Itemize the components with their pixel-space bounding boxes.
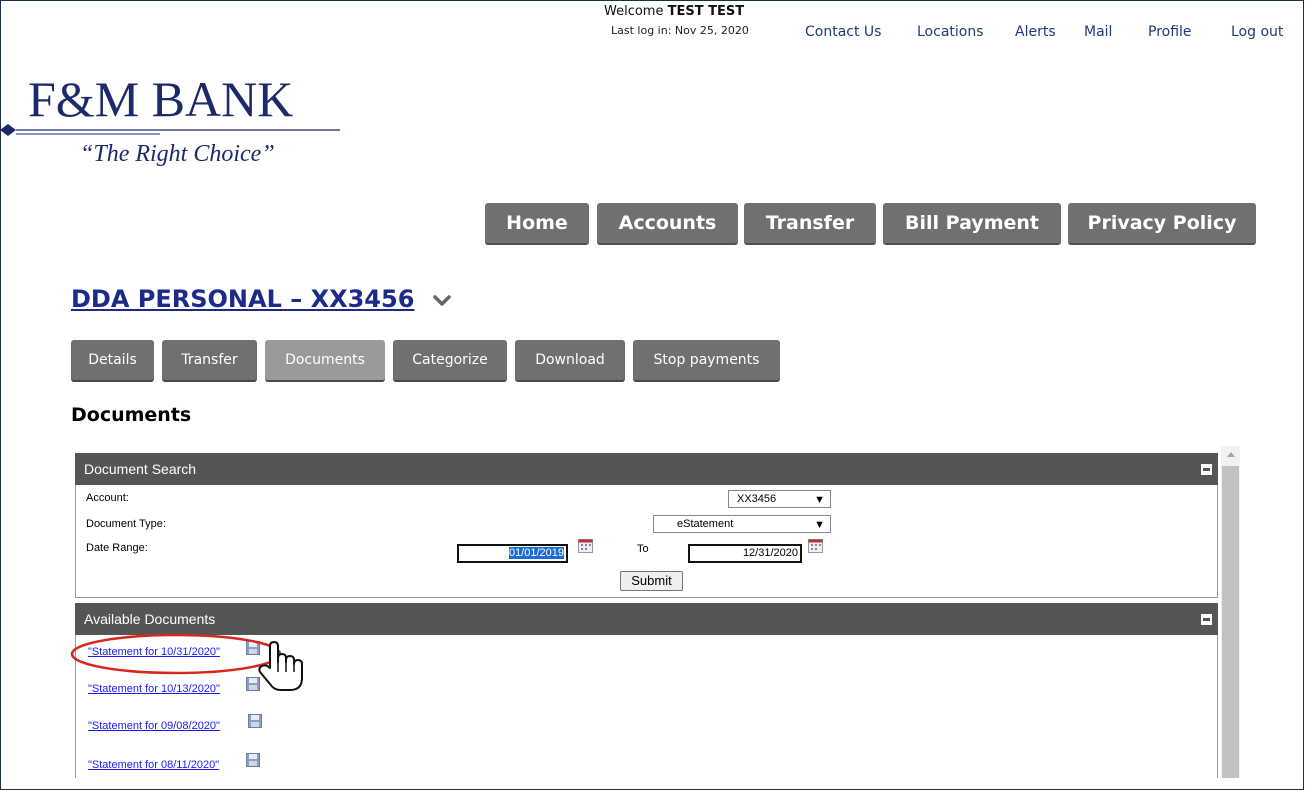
nav-accounts[interactable]: Accounts [597,203,738,245]
date-range-label: Date Range: [86,542,148,554]
welcome-text: Welcome TEST TEST [604,4,744,19]
tab-stop-payments[interactable]: Stop payments [633,340,780,382]
contact-us-link[interactable]: Contact Us [805,24,881,40]
scroll-up-icon[interactable] [1227,452,1235,457]
user-name: TEST TEST [667,4,745,19]
tab-details[interactable]: Details [71,340,154,382]
account-select-value: XX3456 [737,493,777,505]
tab-categorize[interactable]: Categorize [393,340,507,382]
document-link[interactable]: "Statement for 10/31/2020" [88,646,220,658]
tab-documents[interactable]: Documents [265,340,385,382]
nav-bill-payment[interactable]: Bill Payment [883,203,1061,245]
calendar-icon[interactable] [808,539,823,553]
log-out-link[interactable]: Log out [1231,24,1283,40]
last-login: Last log in: Nov 25, 2020 [611,24,749,37]
available-documents-header: Available Documents [75,603,1218,635]
page-title: Documents [71,404,192,426]
minimize-icon[interactable] [1201,464,1212,475]
scrollbar-thumb[interactable] [1222,466,1239,778]
nav-transfer[interactable]: Transfer [744,203,876,245]
date-to-input[interactable]: 12/31/2020 [688,544,802,563]
logo-text: F&M BANK [28,71,293,127]
welcome-prefix: Welcome [604,4,664,19]
logo-tagline: “The Right Choice” [80,141,275,167]
tab-download[interactable]: Download [515,340,625,382]
document-link[interactable]: "Statement for 10/13/2020" [88,683,220,695]
document-link[interactable]: "Statement for 09/08/2020" [88,720,220,732]
nav-privacy-policy[interactable]: Privacy Policy [1068,203,1256,245]
minimize-icon[interactable] [1201,614,1212,625]
bank-logo[interactable]: F&M BANK “The Right Choice” [0,54,360,184]
hand-cursor-icon [258,641,303,691]
document-search-title: Document Search [84,461,197,477]
date-to-value: 12/31/2020 [742,547,798,559]
save-icon[interactable] [246,753,260,767]
tab-transfer[interactable]: Transfer [162,340,257,382]
document-type-select[interactable]: eStatement ▼ [653,515,831,533]
account-select[interactable]: XX3456 ▼ [728,490,831,508]
document-search-header: Document Search [75,453,1218,485]
available-documents-title: Available Documents [84,611,216,627]
chevron-down-icon: ▼ [814,494,825,506]
document-type-label: Document Type: [86,518,166,530]
alerts-link[interactable]: Alerts [1015,24,1056,40]
date-from-value: 01/01/2019 [508,547,564,559]
document-type-value: eStatement [677,518,734,530]
chevron-down-icon[interactable] [432,294,452,308]
nav-home[interactable]: Home [485,203,589,245]
locations-link[interactable]: Locations [917,24,984,40]
account-title[interactable]: DDA PERSONAL – XX3456 [71,285,414,313]
submit-button[interactable]: Submit [620,571,683,591]
account-label: Account: [86,492,129,504]
calendar-icon[interactable] [578,539,593,553]
document-search-panel: Account: XX3456 ▼ Document Type: eStatem… [75,485,1218,598]
to-label: To [637,543,649,555]
save-icon[interactable] [248,714,262,728]
date-from-input[interactable]: 01/01/2019 [457,544,568,563]
mail-link[interactable]: Mail [1084,24,1112,40]
document-link[interactable]: "Statement for 08/11/2020" [88,759,219,771]
profile-link[interactable]: Profile [1148,24,1192,40]
chevron-down-icon: ▼ [814,519,825,531]
